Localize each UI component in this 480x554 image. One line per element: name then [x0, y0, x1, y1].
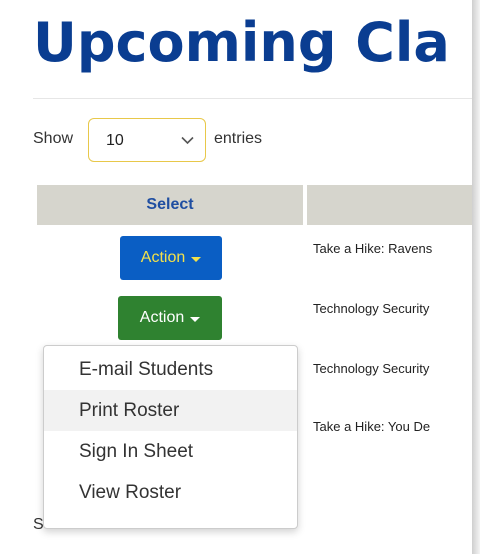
page: Upcoming Cla Show 10 entries Select Acti… [0, 0, 472, 554]
column-header-select-label: Select [146, 196, 194, 213]
entries-select[interactable]: 10 [88, 118, 206, 162]
class-title-row-1[interactable]: Take a Hike: Ravens [313, 241, 432, 256]
menu-item-sign-in-sheet[interactable]: Sign In Sheet [44, 431, 297, 472]
class-title-row-2[interactable]: Technology Security [313, 301, 429, 316]
class-title-row-4[interactable]: Take a Hike: You De [313, 419, 430, 434]
action-button-row-2[interactable]: Action [118, 296, 222, 340]
class-title-row-3[interactable]: Technology Security [313, 361, 429, 376]
menu-item-view-roster[interactable]: View Roster [44, 472, 297, 513]
window-edge [472, 0, 480, 554]
chevron-down-icon [181, 136, 194, 145]
caret-down-icon [191, 256, 202, 262]
action-button-label: Action [139, 309, 185, 326]
action-dropdown-menu: E-mail Students Print Roster Sign In She… [43, 345, 298, 529]
page-title: Upcoming Cla [33, 11, 450, 74]
entries-select-value: 10 [106, 132, 124, 149]
column-header-class[interactable] [307, 185, 472, 225]
title-divider [33, 98, 472, 99]
action-button-label: Action [140, 249, 186, 266]
show-label: Show [33, 130, 74, 147]
menu-item-email-students[interactable]: E-mail Students [44, 349, 297, 390]
column-header-select[interactable]: Select [37, 185, 303, 225]
entries-label: entries [214, 130, 263, 147]
menu-item-print-roster[interactable]: Print Roster [44, 390, 297, 431]
action-button-row-1[interactable]: Action [120, 236, 222, 280]
caret-down-icon [190, 316, 201, 322]
